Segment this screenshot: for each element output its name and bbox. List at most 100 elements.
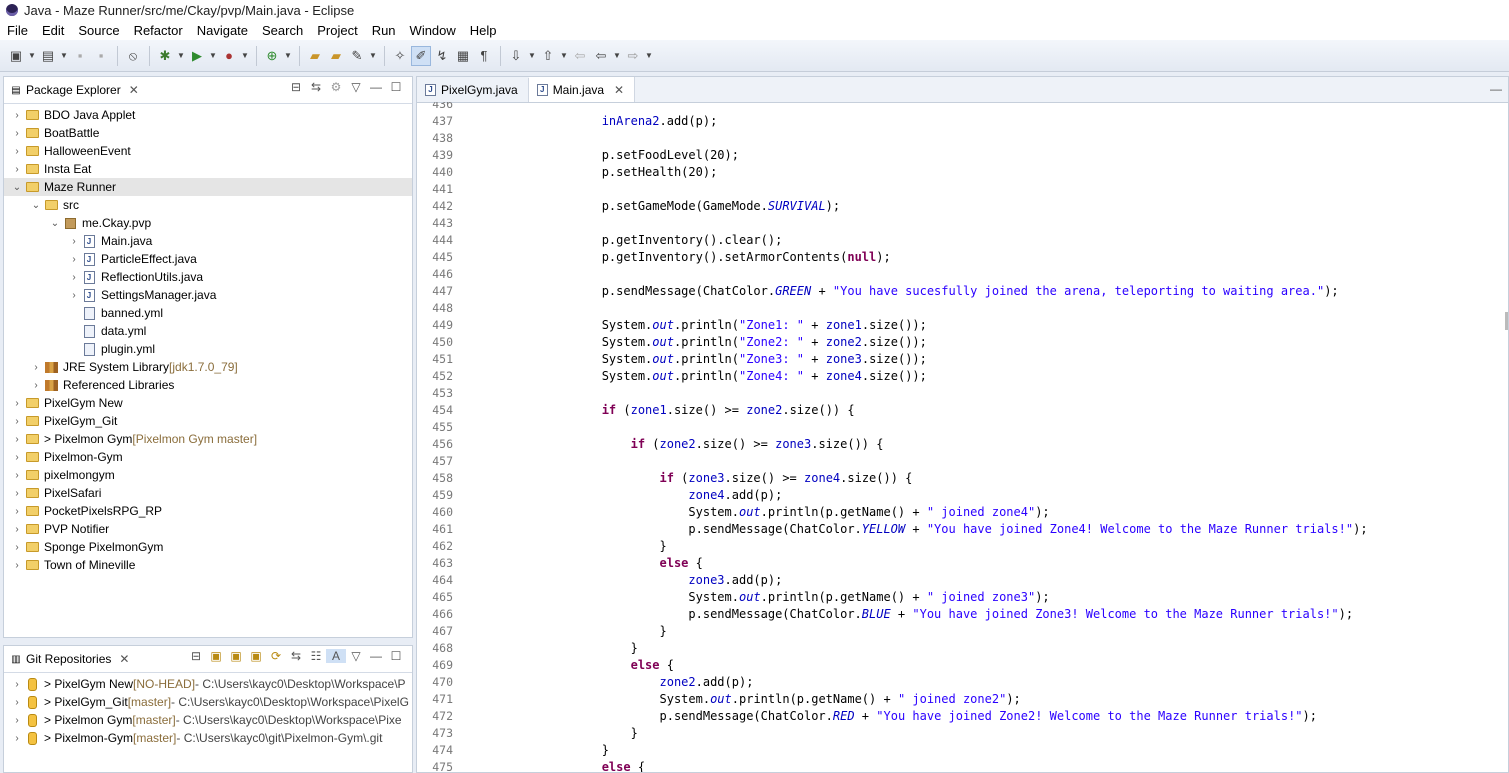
create-repository-icon[interactable]: ▣ [246,649,266,663]
collapsed-arrow-icon[interactable]: › [29,362,43,373]
link-with-selection-icon[interactable]: ⇆ [286,649,306,663]
collapsed-arrow-icon[interactable]: › [67,254,81,265]
collapsed-arrow-icon[interactable]: › [67,290,81,301]
skip-breakpoints-icon[interactable]: ⦸ [123,46,143,66]
tree-item[interactable]: › Referenced Libraries [4,376,412,394]
close-icon[interactable]: ✕ [129,83,139,97]
search-icon[interactable]: ✎ [347,46,367,66]
expanded-arrow-icon[interactable]: ⌄ [10,182,24,193]
tree-item[interactable]: › Sponge PixelmonGym [4,538,412,556]
git-repositories-tab[interactable]: ▥ Git Repositories ✕ [4,646,138,672]
menu-edit[interactable]: Edit [35,23,71,38]
new-package-icon[interactable]: ▤ [38,46,58,66]
expanded-arrow-icon[interactable]: ⌄ [48,218,62,229]
tree-item[interactable]: › PixelSafari [4,484,412,502]
collapsed-arrow-icon[interactable]: › [10,560,24,571]
save-all-icon[interactable]: ▪ [91,46,111,66]
collapsed-arrow-icon[interactable]: › [10,488,24,499]
collapsed-arrow-icon[interactable]: › [10,110,24,121]
menu-navigate[interactable]: Navigate [190,23,255,38]
tree-item[interactable]: › PVP Notifier [4,520,412,538]
collapsed-arrow-icon[interactable]: › [10,434,24,445]
tree-item[interactable]: › J ParticleEffect.java [4,250,412,268]
maximize-icon[interactable]: ☐ [386,649,406,663]
tree-item[interactable]: › pixelmongym [4,466,412,484]
tree-item[interactable]: › BDO Java Applet [4,106,412,124]
clone-repository-icon[interactable]: ▣ [226,649,246,663]
code-area[interactable]: 436 437 inArena2.add(p); 438 439 p.setFoodL… [417,102,1508,772]
menu-source[interactable]: Source [71,23,126,38]
collapsed-arrow-icon[interactable]: › [10,715,24,726]
collapsed-arrow-icon[interactable]: › [10,697,24,708]
tree-item[interactable]: banned.yml [4,304,412,322]
menu-refactor[interactable]: Refactor [127,23,190,38]
collapsed-arrow-icon[interactable]: › [10,506,24,517]
menu-file[interactable]: File [0,23,35,38]
collapse-all-icon[interactable]: ⊟ [186,649,206,663]
tree-item[interactable]: › PixelGym New [4,394,412,412]
new-dropdown-icon[interactable]: ▼ [27,46,37,66]
toggle-word-wrap-icon[interactable]: ¶ [474,46,494,66]
next-annotation-icon[interactable]: ⇩ [506,46,526,66]
collapsed-arrow-icon[interactable]: › [10,128,24,139]
link-with-editor-icon[interactable]: ⇆ [306,80,326,94]
tree-item[interactable]: › PocketPixelsRPG_RP [4,502,412,520]
open-type-icon[interactable]: ▰ [305,46,325,66]
toggle-breadcrumb-icon[interactable]: ✐ [411,45,431,66]
tree-item[interactable]: › J SettingsManager.java [4,286,412,304]
tree-item[interactable]: ⌄ src [4,196,412,214]
git-repository-item[interactable]: › > PixelGym New [NO-HEAD] - C:\Users\kay… [4,675,412,693]
debug-icon[interactable]: ✱ [155,46,175,66]
next-annotation-dropdown-icon[interactable]: ▼ [527,46,537,66]
collapsed-arrow-icon[interactable]: › [10,679,24,690]
tree-item[interactable]: › HalloweenEvent [4,142,412,160]
external-tools-dropdown-icon[interactable]: ▼ [240,46,250,66]
show-whitespace-icon[interactable]: ▦ [453,46,473,66]
previous-annotation-icon[interactable]: ⇧ [538,46,558,66]
debug-dropdown-icon[interactable]: ▼ [176,46,186,66]
collapsed-arrow-icon[interactable]: › [10,164,24,175]
close-icon[interactable]: ✕ [119,652,129,666]
run-icon[interactable]: ▶ [187,46,207,66]
hierarchical-layout-icon[interactable]: ☷ [306,649,326,663]
forward-dropdown-icon[interactable]: ▼ [644,46,654,66]
tree-item[interactable]: › J Main.java [4,232,412,250]
new-java-class-icon[interactable]: ⊕ [262,46,282,66]
tree-item[interactable]: › Town of Mineville [4,556,412,574]
tree-item[interactable]: ⌄ me.Ckay.pvp [4,214,412,232]
collapsed-arrow-icon[interactable]: › [10,524,24,535]
search-dropdown-icon[interactable]: ▼ [368,46,378,66]
tree-item[interactable]: plugin.yml [4,340,412,358]
menu-run[interactable]: Run [365,23,403,38]
tree-item[interactable]: › BoatBattle [4,124,412,142]
collapse-all-icon[interactable]: ⊟ [286,80,306,94]
toggle-mark-occurrences-icon[interactable]: ✧ [390,46,410,66]
toggle-block-selection-icon[interactable]: ↯ [432,46,452,66]
menu-window[interactable]: Window [403,23,463,38]
expanded-arrow-icon[interactable]: ⌄ [29,200,43,211]
collapsed-arrow-icon[interactable]: › [10,542,24,553]
collapsed-arrow-icon[interactable]: › [10,452,24,463]
tree-item[interactable]: data.yml [4,322,412,340]
minimize-icon[interactable]: — [1490,82,1502,96]
previous-annotation-dropdown-icon[interactable]: ▼ [559,46,569,66]
close-icon[interactable]: ✕ [614,83,624,97]
run-dropdown-icon[interactable]: ▼ [208,46,218,66]
package-explorer-tab[interactable]: ▤ Package Explorer ✕ [4,77,147,103]
git-repository-item[interactable]: › > Pixelmon-Gym [master] - C:\Users\kayc… [4,729,412,747]
new-package-dropdown-icon[interactable]: ▼ [59,46,69,66]
editor-tab[interactable]: J Main.java ✕ [528,77,636,102]
collapsed-arrow-icon[interactable]: › [10,733,24,744]
git-repository-item[interactable]: › > PixelGym_Git [master] - C:\Users\kayc… [4,693,412,711]
tree-item[interactable]: › J ReflectionUtils.java [4,268,412,286]
tree-item[interactable]: › > Pixelmon Gym [Pixelmon Gym master] [4,430,412,448]
tree-item[interactable]: ⌄ Maze Runner [4,178,412,196]
external-tools-icon[interactable]: ● [219,46,239,66]
editor-tab[interactable]: J PixelGym.java [417,78,529,102]
menu-project[interactable]: Project [310,23,364,38]
minimize-icon[interactable]: — [366,80,386,94]
tree-item[interactable]: › JRE System Library [jdk1.7.0_79] [4,358,412,376]
collapsed-arrow-icon[interactable]: › [10,398,24,409]
menu-help[interactable]: Help [463,23,504,38]
menu-search[interactable]: Search [255,23,310,38]
